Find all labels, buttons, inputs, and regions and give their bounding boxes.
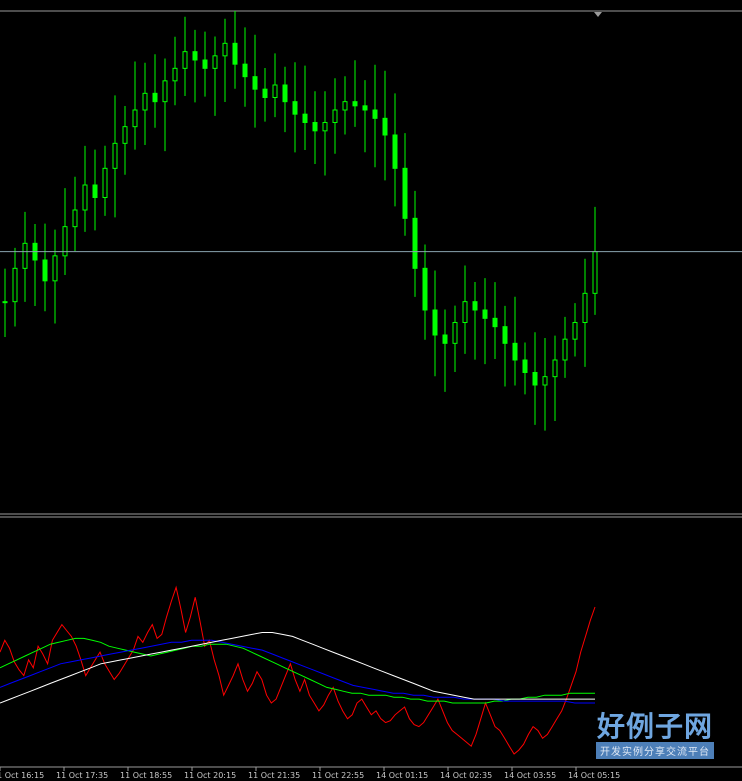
candle-body [132, 109, 138, 128]
candle-body [512, 342, 518, 361]
candle-body [122, 126, 128, 144]
candle-body [82, 184, 88, 211]
candle-body [422, 267, 428, 311]
chart-svg: 11 Oct 16:15 11 Oct 17:35 11 Oct 18:55 11 O… [0, 10, 742, 780]
candle-body [272, 84, 278, 98]
candle-body [262, 88, 268, 98]
indicator-line-1 [0, 637, 595, 704]
candle-body [552, 359, 558, 378]
candle-body [372, 109, 378, 119]
x-tick-label: 11 Oct 21:35 [248, 771, 300, 780]
candle-body [382, 117, 388, 136]
candle-body [282, 84, 288, 103]
candle-body [292, 101, 298, 115]
candle-body [442, 334, 448, 344]
candle-body [92, 184, 98, 198]
candle-body [592, 251, 598, 294]
candle-body [432, 309, 438, 336]
candle-body [402, 167, 408, 219]
indicator-line-2 [0, 639, 595, 704]
candle-body [172, 67, 178, 82]
candle-body [162, 80, 168, 103]
chart-window: 11 Oct 16:15 11 Oct 17:35 11 Oct 18:55 11 O… [0, 0, 742, 781]
candle-body [242, 63, 248, 78]
candle-body [52, 255, 58, 282]
watermark-main: 好例子网 [596, 710, 713, 743]
candle-body [452, 322, 458, 344]
shift-marker [594, 12, 602, 17]
candle-body [12, 267, 18, 303]
oscillator-panel [0, 585, 596, 755]
indicator-line-0 [0, 585, 596, 755]
candle-body [532, 372, 538, 386]
candle-body [152, 92, 158, 103]
candle-body [412, 217, 418, 269]
candle-body [142, 92, 148, 111]
candle-body [192, 51, 198, 61]
candle-body [72, 209, 78, 228]
candle-body [112, 142, 118, 169]
indicator-line-3 [0, 632, 595, 704]
candle-body [182, 51, 188, 69]
candle-body [232, 42, 238, 65]
candle-body [2, 301, 8, 304]
candle-body [572, 322, 578, 340]
x-tick-label: 11 Oct 22:55 [312, 771, 364, 780]
x-tick-label: 11 Oct 16:15 [0, 771, 44, 780]
x-tick-label: 14 Oct 05:15 [568, 771, 620, 780]
candle-body [222, 42, 228, 57]
time-axis: 11 Oct 16:15 11 Oct 17:35 11 Oct 18:55 11 O… [0, 766, 742, 780]
watermark: 好例子网 开发实例分享交流平台 [596, 712, 714, 759]
candle-body [502, 326, 508, 344]
candle-body [562, 338, 568, 361]
x-tick-label: 14 Oct 02:35 [440, 771, 492, 780]
candle-body [342, 101, 348, 111]
candle-body [252, 76, 258, 90]
candle-body [102, 167, 108, 198]
price-panel [0, 10, 742, 518]
candle-body [462, 301, 468, 323]
candle-body [582, 292, 588, 324]
watermark-sub: 开发实例分享交流平台 [596, 742, 714, 759]
x-tick-label: 11 Oct 17:35 [56, 771, 108, 780]
candle-body [522, 359, 528, 373]
candle-body [302, 113, 308, 123]
candle-body [482, 309, 488, 319]
candle-body [322, 122, 328, 132]
candle-body [42, 259, 48, 282]
candle-body [22, 242, 28, 269]
candle-body [212, 55, 218, 69]
candle-body [362, 105, 368, 111]
x-tick-label: 11 Oct 18:55 [120, 771, 172, 780]
x-tick-label: 14 Oct 03:55 [504, 771, 556, 780]
candle-body [472, 301, 478, 311]
candle-body [312, 122, 318, 132]
candle-body [542, 376, 548, 386]
candle-body [202, 59, 208, 69]
candle-body [492, 317, 498, 328]
candle-body [392, 134, 398, 169]
x-tick-label: 14 Oct 01:15 [376, 771, 428, 780]
candle-body [352, 101, 358, 107]
x-tick-label: 11 Oct 20:15 [184, 771, 236, 780]
candle-body [332, 109, 338, 123]
